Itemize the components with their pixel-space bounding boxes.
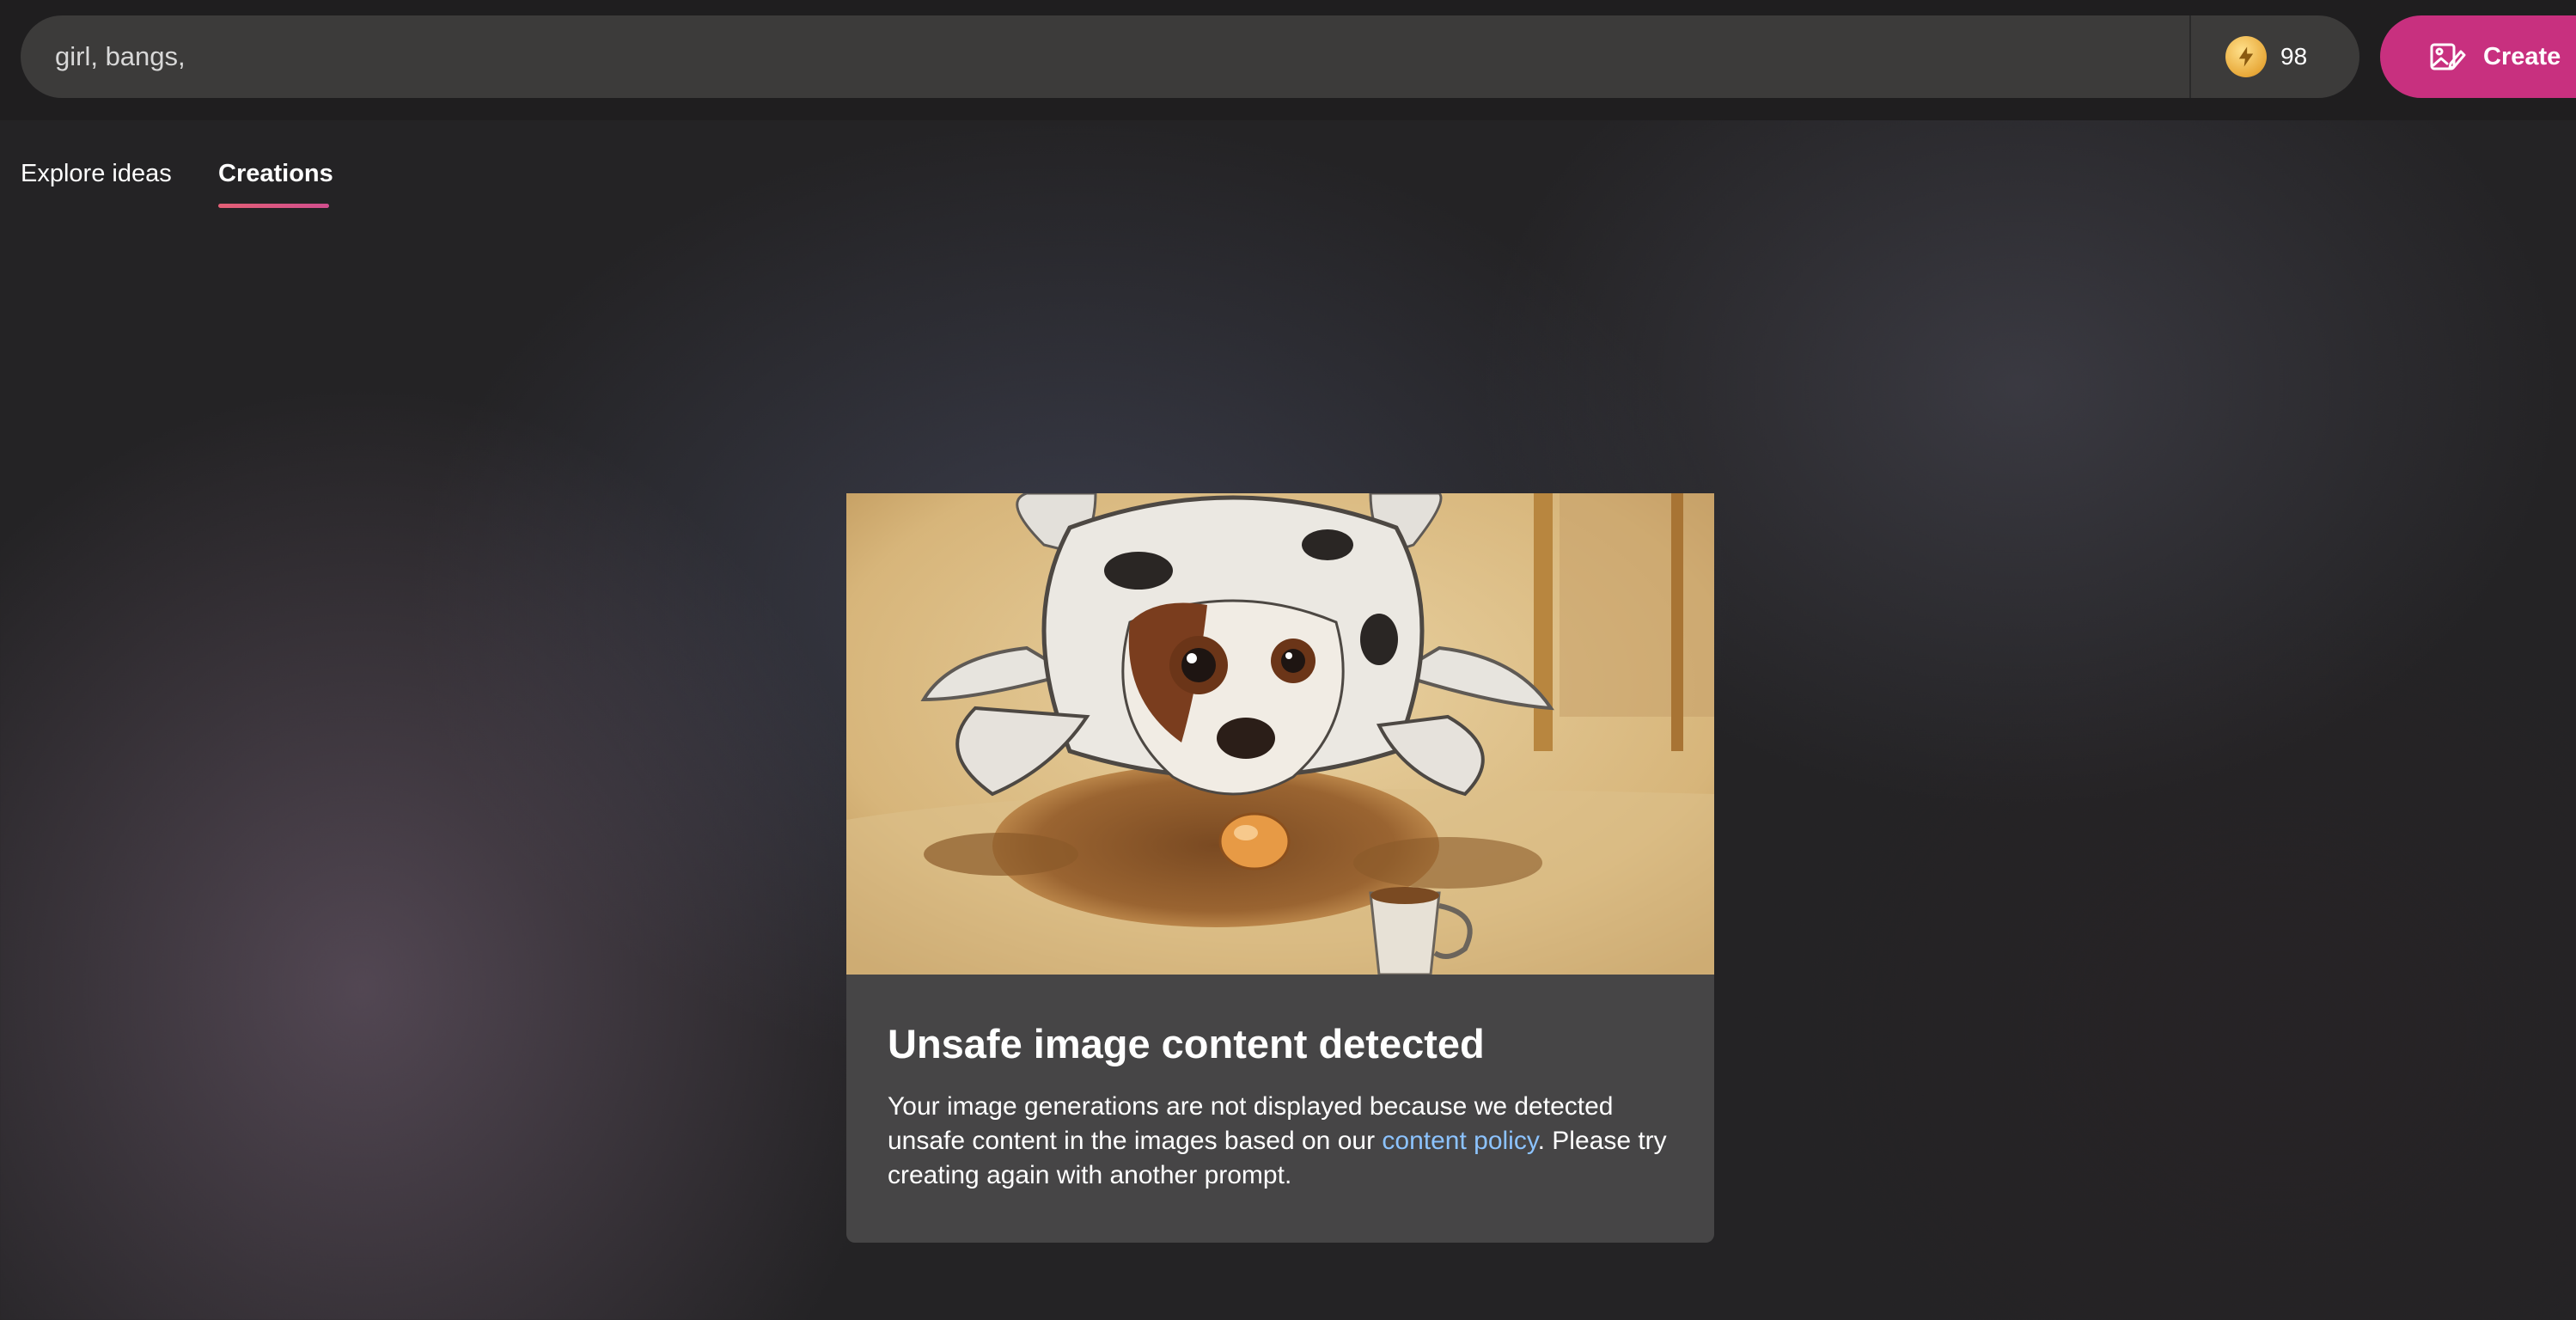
tab-explore-ideas[interactable]: Explore ideas [21,160,172,211]
notice-body: Unsafe image content detected Your image… [888,1021,1678,1193]
notice-text: Your image generations are not displayed… [888,1090,1678,1193]
credits-count: 98 [2280,43,2308,70]
prompt-input[interactable] [55,15,2169,98]
top-bar: 98 Create [0,0,2576,120]
placeholder-image [846,493,1714,975]
image-edit-icon [2428,38,2466,76]
unsafe-content-card: Unsafe image content detected Your image… [846,493,1714,1243]
lightning-coin-icon [2225,36,2267,77]
content-policy-link[interactable]: content policy [1382,1127,1537,1155]
tab-explore-ideas-label: Explore ideas [21,160,172,187]
prompt-bar: 98 [21,15,2359,98]
active-tab-indicator [218,204,329,208]
create-button[interactable]: Create [2380,15,2576,98]
tab-creations[interactable]: Creations [218,160,333,211]
credits-indicator[interactable]: 98 [2189,15,2359,98]
notice-title: Unsafe image content detected [888,1021,1485,1066]
create-button-label: Create [2483,43,2561,70]
tab-creations-label: Creations [218,160,333,187]
